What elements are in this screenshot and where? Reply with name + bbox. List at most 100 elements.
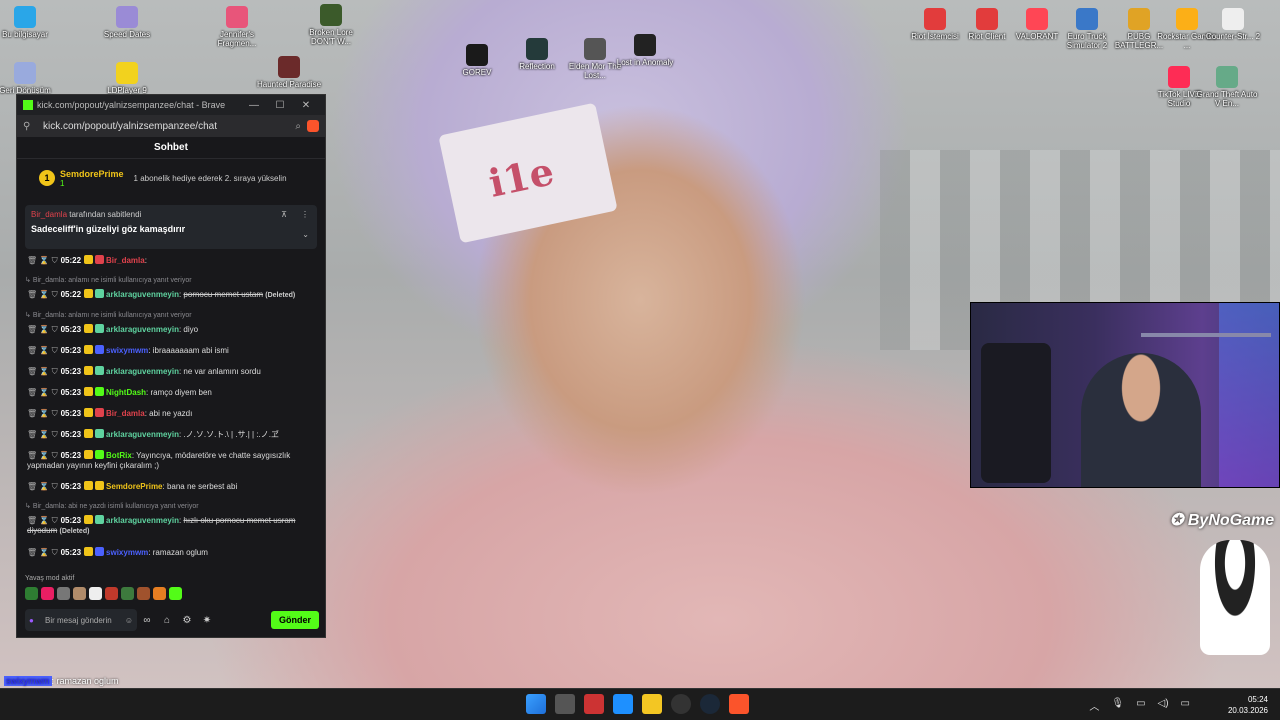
mod-tools-icon[interactable]: 🗑 ⌛ ⛉ <box>27 388 58 397</box>
desktop-icon[interactable]: Grand Theft Auto V En... <box>1194 66 1260 108</box>
chat-message[interactable]: 🗑 ⌛ ⛉ 05:23 NightDash: ramço diyem ben <box>27 387 315 398</box>
points-icon[interactable]: ∞ <box>137 615 157 626</box>
pin-icon[interactable]: ⊼ <box>281 210 287 219</box>
clock[interactable]: 05:24 20.03.2026 <box>1228 694 1268 716</box>
chat-message[interactable]: ↳ Bir_damla: abi ne yazdı isimli kullanı… <box>25 502 315 537</box>
chat-message[interactable]: 🗑 ⌛ ⛉ 05:22 Bir_damla: <box>27 255 315 266</box>
file-explorer-icon[interactable] <box>642 694 662 714</box>
message-text: ne var anlamını sordu <box>183 367 261 376</box>
more-icon[interactable]: ⋮ <box>301 210 309 219</box>
chat-message[interactable]: 🗑 ⌛ ⛉ 05:23 Bir_damla: abi ne yazdı <box>27 408 315 419</box>
mod-tools-icon[interactable]: 🗑 ⌛ ⛉ <box>27 516 58 525</box>
desktop-icon[interactable]: GOREV <box>444 44 510 77</box>
desktop-icon[interactable]: Haunted Paradise <box>256 56 322 89</box>
mod-tools-icon[interactable]: 🗑 ⌛ ⛉ <box>27 409 58 418</box>
desktop-icon[interactable]: Broken Lore DON'T W... <box>298 4 364 46</box>
message-user[interactable]: arklaraguvenmeyin <box>106 430 179 439</box>
chat-message[interactable]: 🗑 ⌛ ⛉ 05:23 SemdorePrime: bana ne serbest … <box>27 481 315 492</box>
mic-icon[interactable]: ● <box>29 616 39 625</box>
chat-messages[interactable]: 🗑 ⌛ ⛉ 05:22 Bir_damla: ↳ Bir_damla: anlamı… <box>17 253 325 573</box>
mod-tools-icon[interactable]: 🗑 ⌛ ⛉ <box>27 482 58 491</box>
search-icon[interactable]: ⌕ <box>295 121 301 132</box>
pinned-message[interactable]: Bir_damla tarafından sabitlendi Sadeceli… <box>25 205 317 249</box>
window-titlebar[interactable]: kick.com/popout/yalnizsempanzee/chat - B… <box>17 95 325 115</box>
message-user[interactable]: Bir_damla <box>106 409 145 418</box>
battery-icon[interactable]: ▭ <box>1181 698 1190 713</box>
message-text: pornocu memet ustam <box>183 290 264 299</box>
badge-icon <box>84 429 94 438</box>
message-user[interactable]: swixymwm <box>106 346 148 355</box>
badge-icon <box>84 408 94 417</box>
app-icon[interactable] <box>584 694 604 714</box>
chat-compose[interactable]: ● Bir mesaj gönderin ☺ ∞ ⌂ ⚙ ✷ Gönder <box>25 609 319 631</box>
gift-leaderboard[interactable]: 1 SemdorePrime 1 1 abonelik hediye edere… <box>17 159 325 197</box>
pinned-text: Sadeceliff'in güzeliyi göz kamaşdırır <box>31 224 186 234</box>
address-bar[interactable]: ⚲ kick.com/popout/yalnizsempanzee/chat ⌕ <box>17 115 325 137</box>
badge-icon <box>95 450 105 459</box>
maximize-icon[interactable]: ☐ <box>267 100 293 111</box>
desktop-icon[interactable]: Jennifer's Fragmen... <box>204 6 270 48</box>
mic-tray-icon[interactable]: 🎙 <box>1111 698 1124 713</box>
network-icon[interactable]: ▭ <box>1136 698 1145 713</box>
chevron-down-icon[interactable]: ⌄ <box>302 230 309 239</box>
message-user[interactable]: arklaraguvenmeyin <box>106 367 179 376</box>
message-user[interactable]: SemdorePrime <box>106 482 162 491</box>
desktop-icon[interactable]: LDPlayer 9 <box>94 62 160 95</box>
store-icon[interactable]: ⌂ <box>157 615 177 626</box>
mod-tools-icon[interactable]: 🗑 ⌛ ⛉ <box>27 367 58 376</box>
message-user[interactable]: arklaraguvenmeyin <box>106 516 179 525</box>
chat-message[interactable]: 🗑 ⌛ ⛉ 05:23 arklaraguvenmeyin: .ノ.ソ.ソ.ト.\ … <box>27 429 315 440</box>
store-app-icon[interactable] <box>613 694 633 714</box>
message-input[interactable]: ● Bir mesaj gönderin ☺ <box>25 609 137 631</box>
brave-icon[interactable] <box>729 694 749 714</box>
message-user[interactable]: NightDash <box>106 388 146 397</box>
url-text[interactable]: kick.com/popout/yalnizsempanzee/chat <box>37 121 295 132</box>
close-icon[interactable]: ✕ <box>293 100 319 111</box>
minimize-icon[interactable]: — <box>241 100 267 111</box>
system-tray[interactable]: ︿ 🎙 ▭ ◁) ▭ <box>1089 698 1190 713</box>
start-icon[interactable] <box>526 694 546 714</box>
message-user[interactable]: Bir_damla <box>106 256 145 265</box>
desktop-icon[interactable]: Counter-Str... 2 <box>1200 8 1266 41</box>
chat-message[interactable]: 🗑 ⌛ ⛉ 05:23 swixymwm: ramazan oglum <box>27 547 315 558</box>
mod-tools-icon[interactable]: 🗑 ⌛ ⛉ <box>27 548 58 557</box>
mod-tools-icon[interactable]: 🗑 ⌛ ⛉ <box>27 325 58 334</box>
gear-icon[interactable]: ⚙ <box>177 615 197 626</box>
message-user[interactable]: swixymwm <box>106 548 148 557</box>
volume-icon[interactable]: ◁) <box>1158 698 1169 713</box>
desktop-icon[interactable]: Reflection <box>504 38 570 71</box>
chat-message[interactable]: 🗑 ⌛ ⛉ 05:23 arklaraguvenmeyin: ne var anla… <box>27 366 315 377</box>
leader-count: 1 <box>60 178 65 188</box>
brave-shields-icon[interactable] <box>307 120 319 132</box>
message-user[interactable]: BotRix <box>106 451 132 460</box>
mod-tools-icon[interactable]: 🗑 ⌛ ⛉ <box>27 256 58 265</box>
message-user[interactable]: arklaraguvenmeyin <box>106 325 179 334</box>
taskbar[interactable]: ︿ 🎙 ▭ ◁) ▭ 05:24 20.03.2026 <box>0 688 1280 720</box>
taskbar-apps[interactable] <box>526 694 749 714</box>
send-button[interactable]: Gönder <box>270 611 319 629</box>
mod-tools-icon[interactable]: 🗑 ⌛ ⛉ <box>27 290 58 299</box>
desktop-icon[interactable]: Geri Dönüşüm <box>0 62 58 95</box>
mod-tools-icon[interactable]: 🗑 ⌛ ⛉ <box>27 346 58 355</box>
emote-bar[interactable] <box>25 587 182 600</box>
chat-message[interactable]: 🗑 ⌛ ⛉ 05:23 BotRix: Yayıncıya, mödaretöre … <box>27 450 315 471</box>
steam-icon[interactable] <box>700 694 720 714</box>
badge-icon <box>84 515 94 524</box>
message-user[interactable]: arklaraguvenmeyin <box>106 290 179 299</box>
task-view-icon[interactable] <box>555 694 575 714</box>
chat-message[interactable]: 🗑 ⌛ ⛉ 05:23 swixymwm: ibraaaaaaam abi ismi <box>27 345 315 356</box>
chevron-up-icon[interactable]: ︿ <box>1089 698 1099 713</box>
mod-tools-icon[interactable]: 🗑 ⌛ ⛉ <box>27 451 58 460</box>
obs-icon[interactable] <box>671 694 691 714</box>
emoji-icon[interactable]: ☺ <box>125 616 133 625</box>
desktop-icon[interactable]: Bu bilgisayar <box>0 6 58 39</box>
desktop-icon[interactable]: Speed Dates <box>94 6 160 39</box>
chat-message[interactable]: ↳ Bir_damla: anlamı ne isimli kullanıcıy… <box>25 276 315 301</box>
message-time: 05:23 <box>60 409 82 418</box>
chat-browser-window[interactable]: kick.com/popout/yalnizsempanzee/chat - B… <box>16 94 326 638</box>
desktop-icon[interactable]: Lost in Anomaly <box>612 34 678 67</box>
chat-message[interactable]: ↳ Bir_damla: anlamı ne isimli kullanıcıy… <box>25 311 315 335</box>
mod-icon[interactable]: ✷ <box>197 615 217 626</box>
mod-tools-icon[interactable]: 🗑 ⌛ ⛉ <box>27 430 58 439</box>
site-settings-icon[interactable]: ⚲ <box>23 121 37 132</box>
